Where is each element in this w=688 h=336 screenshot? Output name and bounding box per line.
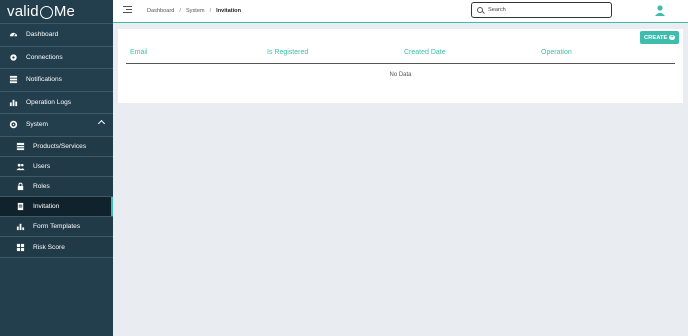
sidebar-subitem-risk-score[interactable]: Risk Score — [0, 236, 113, 257]
sidebar-item-label: Risk Score — [33, 243, 65, 251]
sidebar-item-label: Connections — [26, 53, 63, 61]
gauge-icon — [9, 30, 18, 39]
breadcrumb: Dashboard / System / Invitation — [147, 8, 241, 14]
plus-icon: + — [669, 33, 675, 41]
column-header-is-registered: Is Registered — [267, 49, 309, 56]
sidebar-item-operation-logs[interactable]: Operation Logs — [0, 90, 113, 114]
sidebar-item-label: System — [26, 121, 48, 129]
logo-text-left: valid — [7, 3, 39, 20]
sidebar-item-notifications[interactable]: Notifications — [0, 68, 113, 91]
chart-icon — [16, 222, 25, 231]
table-icon — [16, 142, 25, 151]
search-input[interactable] — [488, 7, 603, 13]
bar-chart-icon — [9, 98, 18, 107]
top-bar: Dashboard / System / Invitation — [113, 0, 688, 23]
sidebar-subitem-products-services[interactable]: Products/Services — [0, 135, 113, 156]
create-button-label: CREATE — [644, 34, 668, 41]
grid-icon — [16, 243, 25, 252]
sidebar-item-connections[interactable]: Connections — [0, 45, 113, 69]
list-icon — [9, 75, 18, 84]
gear-icon — [9, 120, 18, 129]
search-box[interactable] — [471, 2, 612, 18]
column-header-created-date: Created Date — [404, 49, 446, 56]
breadcrumb-separator: / — [179, 8, 181, 14]
user-avatar-icon[interactable] — [654, 3, 666, 16]
cog-icon — [9, 53, 18, 62]
empty-state-text: No Data — [389, 72, 412, 78]
sidebar-item-label: Invitation — [33, 203, 60, 211]
logo-at-icon — [39, 6, 53, 19]
sidebar-item-label: Dashboard — [26, 31, 59, 39]
sidebar-subitem-roles[interactable]: Roles — [0, 175, 113, 197]
invitation-table-card: CREATE + Email Is Registered Created Dat… — [118, 29, 683, 103]
sidebar-item-label: Roles — [33, 182, 50, 190]
sidebar-item-label: Users — [33, 162, 51, 170]
sidebar-item-system[interactable]: System — [0, 113, 113, 136]
users-icon — [16, 162, 25, 171]
breadcrumb-dashboard[interactable]: Dashboard — [147, 8, 174, 14]
breadcrumb-separator: / — [209, 8, 212, 14]
sidebar-subitem-users[interactable]: Users — [0, 155, 113, 176]
breadcrumb-current: Invitation — [216, 8, 242, 14]
logo-text-right: Me — [53, 3, 76, 20]
chevron-up-icon[interactable] — [97, 119, 106, 128]
column-header-email: Email — [130, 49, 148, 56]
sidebar-item-label: Form Templates — [33, 223, 81, 231]
sidebar: valid Me Dashboard Connections Notificat… — [0, 0, 113, 336]
sidebar-item-label: Operation Logs — [26, 98, 72, 106]
sidebar-subitem-form-templates[interactable]: Form Templates — [0, 216, 113, 237]
column-header-operation: Operation — [541, 49, 572, 56]
lock-icon — [16, 182, 25, 191]
menu-toggle-icon[interactable] — [123, 6, 132, 15]
invitation-icon — [16, 202, 25, 211]
breadcrumb-system[interactable]: System — [186, 8, 205, 14]
sidebar-subitem-invitation[interactable]: Invitation — [0, 196, 113, 217]
search-icon — [477, 7, 483, 13]
sidebar-item-label: Notifications — [26, 76, 62, 84]
table-header: Email Is Registered Created Date Operati… — [126, 47, 675, 64]
sidebar-item-label: Products/Services — [33, 142, 87, 150]
create-button[interactable]: CREATE + — [640, 31, 679, 44]
sidebar-item-dashboard[interactable]: Dashboard — [0, 23, 113, 46]
sidebar-divider — [0, 256, 113, 258]
logo[interactable]: valid Me — [0, 0, 113, 23]
